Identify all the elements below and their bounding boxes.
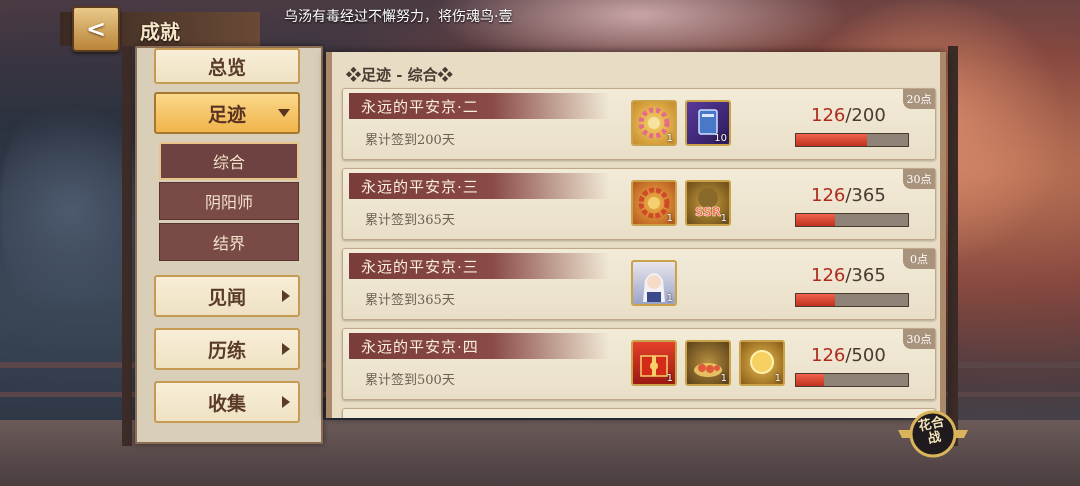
achievement-row-partial (342, 408, 936, 418)
achievement-name: 永远的平安京·三 (361, 258, 479, 276)
reward-item[interactable]: 1 (739, 340, 785, 386)
scroll-rod-right (948, 46, 958, 446)
reward-item[interactable]: 1 (685, 340, 731, 386)
progress-text: 126/365 (811, 185, 921, 206)
back-button[interactable]: < (72, 6, 120, 52)
achievement-row: 永远的平安京·二 累计签到200天 20点 1 10 126/200 (342, 88, 936, 160)
reward-item[interactable]: 10 (685, 100, 731, 146)
subnav-realm[interactable]: 结界 (159, 223, 299, 261)
progress-bar (795, 293, 909, 307)
scroll-rod-left (122, 46, 132, 446)
announcement-marquee: 乌汤有毒经过不懈努力，将伤魂鸟·壹 (284, 9, 513, 25)
progress-current: 126 (811, 105, 846, 126)
nav-overview[interactable]: 总览 (154, 48, 300, 84)
achievement-row: 永远的平安京·四 累计签到500天 30点 1 1 1 126/500 (342, 328, 936, 400)
reward-item[interactable]: 1 (631, 180, 677, 226)
nav-label: 历练 (207, 339, 246, 362)
nav-label: 总览 (207, 56, 246, 79)
achievement-row: 永远的平安京·三 累计签到365天 0点 1 126/365 (342, 248, 936, 320)
nav-knowledge[interactable]: 见闻 (154, 275, 300, 317)
achievement-desc: 累计签到365天 (365, 293, 455, 308)
progress-fill (796, 134, 867, 146)
category-sidebar: 总览 足迹 综合 阴阳师 结界 见闻 历练 收集 (135, 46, 323, 444)
reward-count: 10 (714, 133, 727, 144)
achievement-desc: 累计签到365天 (365, 213, 455, 228)
nav-experience[interactable]: 历练 (154, 328, 300, 370)
subnav-label: 结界 (212, 234, 245, 253)
progress-total: /365 (845, 185, 886, 206)
achievement-name: 永远的平安京·三 (361, 178, 479, 196)
achievement-desc: 累计签到500天 (365, 373, 455, 388)
progress-bar (795, 133, 909, 147)
progress-bar (795, 213, 909, 227)
subnav-general[interactable]: 综合 (159, 142, 299, 180)
subnav-label: 综合 (212, 153, 245, 172)
reward-item[interactable]: 1 (631, 100, 677, 146)
progress-current: 126 (811, 265, 846, 286)
reward-count: 1 (720, 213, 727, 224)
hanafuda-battle-button[interactable]: 花合战 (894, 406, 972, 462)
progress-fill (796, 374, 825, 386)
achievement-row: 永远的平安京·三 累计签到365天 30点 1 SSR 1 126/365 (342, 168, 936, 240)
subnav-onmyoji[interactable]: 阴阳师 (159, 182, 299, 220)
top-bar: < 成就 乌汤有毒经过不懈努力，将伤魂鸟·壹 (0, 0, 1080, 52)
reward-item[interactable]: 1 (631, 260, 677, 306)
progress-fill (796, 294, 835, 306)
reward-count: 1 (666, 213, 673, 224)
page-title: 成就 (140, 20, 180, 44)
progress-total: /200 (845, 105, 886, 126)
chevron-right-icon (282, 290, 290, 302)
chevron-right-icon (282, 343, 290, 355)
nav-label: 收集 (207, 392, 246, 415)
subnav-label: 阴阳师 (204, 193, 253, 212)
chevron-down-icon (278, 109, 290, 117)
progress-total: /500 (845, 345, 886, 366)
progress-text: 126/500 (811, 345, 921, 366)
back-arrow-icon: < (85, 15, 107, 43)
reward-count: 1 (666, 293, 673, 304)
progress-current: 126 (811, 345, 846, 366)
progress-text: 126/200 (811, 105, 921, 126)
chevron-right-icon (282, 396, 290, 408)
progress-total: /365 (845, 265, 886, 286)
reward-item[interactable]: SSR 1 (685, 180, 731, 226)
achievement-desc: 累计签到200天 (365, 133, 455, 148)
reward-count: 1 (720, 373, 727, 384)
svg-text:SSR: SSR (695, 205, 721, 219)
progress-text: 126/365 (811, 265, 921, 286)
achievement-list-panel[interactable]: ❖足迹 - 综合❖ 永远的平安京·二 累计签到200天 20点 1 10 126… (326, 52, 946, 418)
nav-footprints[interactable]: 足迹 (154, 92, 300, 134)
nav-collection[interactable]: 收集 (154, 381, 300, 423)
progress-fill (796, 214, 835, 226)
reward-item[interactable]: 1 (631, 340, 677, 386)
progress-current: 126 (811, 185, 846, 206)
reward-count: 1 (666, 373, 673, 384)
achievement-name: 永远的平安京·四 (361, 338, 479, 356)
nav-label: 见闻 (207, 286, 246, 309)
reward-count: 1 (666, 133, 673, 144)
section-title: ❖足迹 - 综合❖ (346, 66, 453, 84)
progress-bar (795, 373, 909, 387)
reward-count: 1 (774, 373, 781, 384)
achievement-name: 永远的平安京·二 (361, 98, 479, 116)
nav-label: 足迹 (207, 103, 246, 126)
